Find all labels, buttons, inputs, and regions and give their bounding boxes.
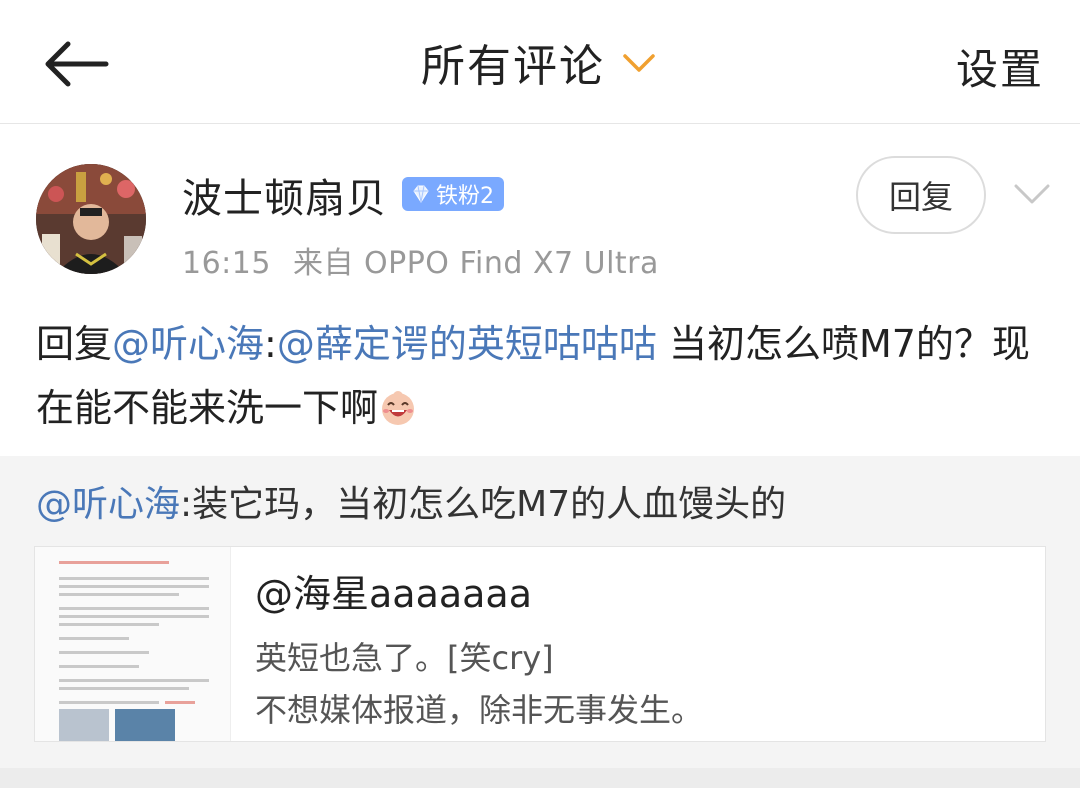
- quoted-comment-text: @听心海:装它玛，当初怎么吃M7的人血馒头的: [36, 480, 786, 530]
- username[interactable]: 波士顿扇贝: [182, 166, 387, 224]
- repost-author[interactable]: @海星aaaaaaa: [255, 563, 532, 618]
- repost-card[interactable]: @海星aaaaaaa 英短也急了。[笑cry] 不想媒体报道，除非无事发生。: [34, 546, 1046, 742]
- reply-button[interactable]: 回复: [856, 156, 986, 234]
- fan-badge[interactable]: 铁粉2: [402, 177, 504, 211]
- quoted-comment[interactable]: @听心海:装它玛，当初怎么吃M7的人血馒头的 @海星aaaaaaa 英短也急了。…: [0, 456, 1080, 768]
- comment-meta: 16:15 来自 OPPO Find X7 Ultra: [182, 238, 659, 282]
- quoted-text-body: :装它玛，当初怎么吃M7的人血馒头的: [180, 484, 787, 525]
- page-title: 所有评论: [421, 41, 605, 92]
- mention-link[interactable]: @听心海: [36, 484, 180, 525]
- reply-prefix: 回复: [36, 322, 113, 366]
- comment-source: 来自 OPPO Find X7 Ultra: [292, 246, 659, 281]
- fan-badge-label: 铁粉2: [436, 184, 494, 209]
- article-thumbnail: [35, 547, 231, 741]
- diamond-icon: [413, 185, 429, 203]
- top-bar: 所有评论 设置: [0, 0, 1080, 124]
- chevron-down-icon: [623, 54, 655, 72]
- laughing-emoji-icon: [382, 391, 415, 425]
- repost-text-line: 英短也急了。[笑cry]: [255, 639, 554, 677]
- avatar-image: [36, 164, 146, 274]
- settings-button[interactable]: 设置: [956, 36, 1044, 97]
- chevron-down-icon[interactable]: [1010, 172, 1054, 216]
- divider: [0, 768, 1080, 788]
- mention-link[interactable]: @薛定谔的英短咕咕咕: [277, 322, 657, 366]
- comment-time: 16:15: [182, 246, 271, 281]
- avatar[interactable]: [36, 164, 146, 274]
- mention-link[interactable]: @听心海: [112, 322, 264, 366]
- repost-text-line: 不想媒体报道，除非无事发生。: [255, 691, 704, 729]
- comment-text: 回复@听心海:@薛定谔的英短咕咕咕 当初怎么喷M7的？现在能不能来洗一下啊: [36, 312, 1046, 440]
- comment-filter-dropdown[interactable]: 所有评论: [0, 30, 1080, 94]
- colon-text: :: [264, 322, 277, 366]
